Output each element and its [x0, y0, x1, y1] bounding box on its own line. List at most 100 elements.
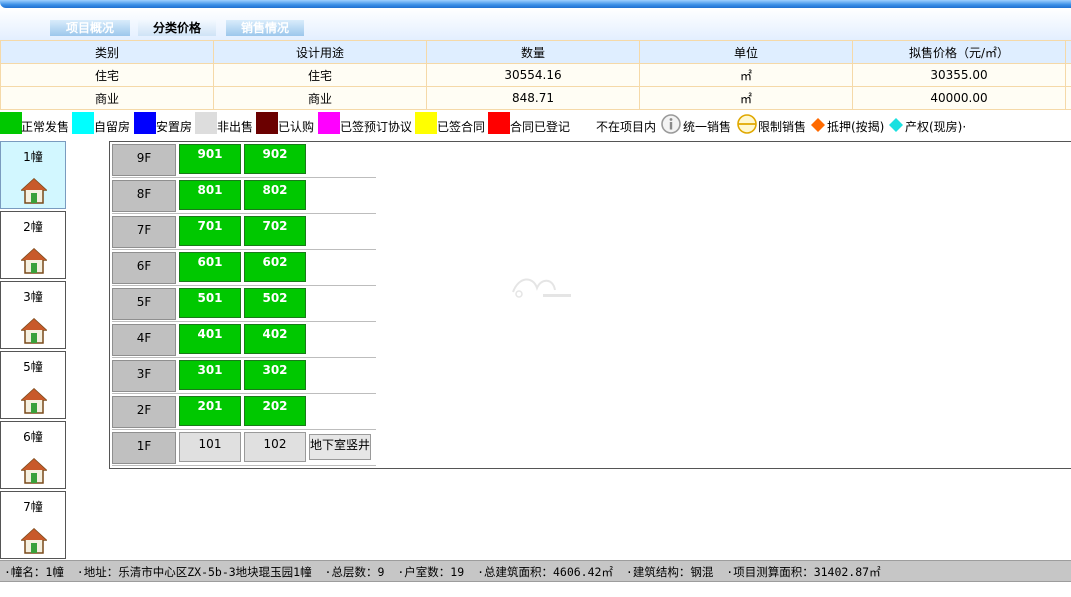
floor-unit-grid: 9F 901 902 8F 801 802 7F 701 702 6F 601 … [109, 141, 1071, 469]
cell-quantity: 30554.16 [426, 63, 640, 87]
basement-shaft-cell[interactable]: 地下室竖井 [309, 434, 371, 460]
unit-602[interactable]: 602 [244, 252, 306, 282]
row-divider [112, 357, 376, 358]
unit-702[interactable]: 702 [244, 216, 306, 246]
building-button-7[interactable]: 7幢 [0, 491, 66, 559]
floor-label-6f: 6F [112, 252, 176, 284]
row-divider [112, 465, 376, 466]
building-info-status-bar: ·幢名：1幢 ·地址：乐清市中心区ZX-5b-3地块琨玉园1幢 ·总层数：9 ·… [0, 560, 1071, 582]
unit-601[interactable]: 601 [179, 252, 241, 282]
building-label: 2幢 [23, 220, 43, 234]
unit-301[interactable]: 301 [179, 360, 241, 390]
legend-swatch [0, 112, 22, 134]
legend-swatch [195, 112, 217, 134]
unit-302[interactable]: 302 [244, 360, 306, 390]
status-project-area: ·项目测算面积：31402.87㎡ [726, 565, 881, 579]
legend-label: 已认购 [278, 120, 315, 134]
building-button-1[interactable]: 1幢 [0, 141, 66, 209]
unit-402[interactable]: 402 [244, 324, 306, 354]
watermark-logo-icon [512, 278, 571, 298]
building-label: 7幢 [23, 500, 43, 514]
floor-label-text: 9F [136, 151, 152, 165]
cell-design-use: 商业 [213, 86, 427, 110]
unit-902[interactable]: 902 [244, 144, 306, 174]
legend-label: 合同已登记 [510, 120, 571, 134]
house-icon [21, 458, 47, 484]
building-label: 3幢 [23, 290, 43, 304]
unit-401[interactable]: 401 [179, 324, 241, 354]
legend-label: 已签合同 [437, 120, 486, 134]
floor-label-text: 3F [136, 367, 152, 381]
legend-swatch [488, 112, 510, 134]
unit-201[interactable]: 201 [179, 396, 241, 426]
header-spacer [1065, 40, 1071, 64]
tab-label: 分类价格 [152, 21, 201, 35]
floor-label-5f: 5F [112, 288, 176, 320]
tab-project-overview[interactable]: 项目概况 [50, 20, 130, 36]
floor-label-text: 7F [136, 223, 152, 237]
floor-label-7f: 7F [112, 216, 176, 248]
header-quantity: 数量 [426, 40, 640, 64]
row-divider [112, 177, 376, 178]
tab-sales-status[interactable]: 销售情况 [226, 20, 304, 36]
legend-label: 已签预订协议 [340, 120, 413, 134]
unit-802[interactable]: 802 [244, 180, 306, 210]
floor-label-2f: 2F [112, 396, 176, 428]
cell-quantity: 848.71 [426, 86, 640, 110]
row-divider [112, 249, 376, 250]
legend-label: 抵押(按揭) [827, 120, 885, 134]
table-row: 商业 商业 848.71 ㎡ 40000.00 [0, 86, 1071, 110]
unit-701[interactable]: 701 [179, 216, 241, 246]
tab-label: 项目概况 [65, 21, 114, 35]
header-price: 拟售价格（元/㎡） [852, 40, 1066, 64]
unit-501[interactable]: 501 [179, 288, 241, 318]
cell-unit: ㎡ [639, 86, 853, 110]
tab-bar: 项目概况 分类价格 销售情况 [0, 8, 1071, 40]
status-structure: ·建筑结构：钢混 [625, 565, 714, 579]
unit-102[interactable]: 102 [244, 432, 306, 462]
building-label: 1幢 [23, 150, 43, 164]
header-category: 类别 [0, 40, 214, 64]
row-divider [112, 393, 376, 394]
legend-label: 安置房 [156, 120, 193, 134]
unit-202[interactable]: 202 [244, 396, 306, 426]
orange-diamond-icon [811, 118, 825, 132]
unit-801[interactable]: 801 [179, 180, 241, 210]
building-button-5[interactable]: 5幢 [0, 351, 66, 419]
status-total-floors: ·总层数：9 [324, 565, 385, 579]
legend-label: 产权(现房)· [905, 120, 967, 134]
cell-category: 住宅 [0, 63, 214, 87]
table-row: 住宅 住宅 30554.16 ㎡ 30355.00 [0, 63, 1071, 87]
row-divider [112, 285, 376, 286]
unit-502[interactable]: 502 [244, 288, 306, 318]
legend-swatch [318, 112, 340, 134]
status-address: ·地址：乐清市中心区ZX-5b-3地块琨玉园1幢 [76, 565, 312, 579]
floor-label-4f: 4F [112, 324, 176, 356]
house-icon [21, 178, 47, 204]
legend-label: 限制销售 [758, 120, 807, 134]
legend-label: 不在项目内 [596, 120, 657, 134]
tab-category-price[interactable]: 分类价格 [138, 20, 216, 36]
cell-design-use: 住宅 [213, 63, 427, 87]
cyan-diamond-icon [889, 118, 903, 132]
tab-label: 销售情况 [240, 21, 289, 35]
legend-label: 正常发售 [21, 120, 70, 134]
building-button-3[interactable]: 3幢 [0, 281, 66, 349]
building-button-6[interactable]: 6幢 [0, 421, 66, 489]
unit-901[interactable]: 901 [179, 144, 241, 174]
restricted-circle-icon [737, 114, 757, 134]
floor-label-text: 8F [136, 187, 152, 201]
building-button-2[interactable]: 2幢 [0, 211, 66, 279]
floor-label-8f: 8F [112, 180, 176, 212]
info-circle-icon [661, 114, 681, 134]
cell-spacer [1065, 63, 1071, 87]
floor-label-text: 1F [136, 439, 152, 453]
floor-label-text: 5F [136, 295, 152, 309]
unit-101[interactable]: 101 [179, 432, 241, 462]
cell-unit: ㎡ [639, 63, 853, 87]
floor-label-3f: 3F [112, 360, 176, 392]
row-divider [112, 321, 376, 322]
floor-label-text: 4F [136, 331, 152, 345]
legend-swatch [72, 112, 94, 134]
building-label: 5幢 [23, 360, 43, 374]
